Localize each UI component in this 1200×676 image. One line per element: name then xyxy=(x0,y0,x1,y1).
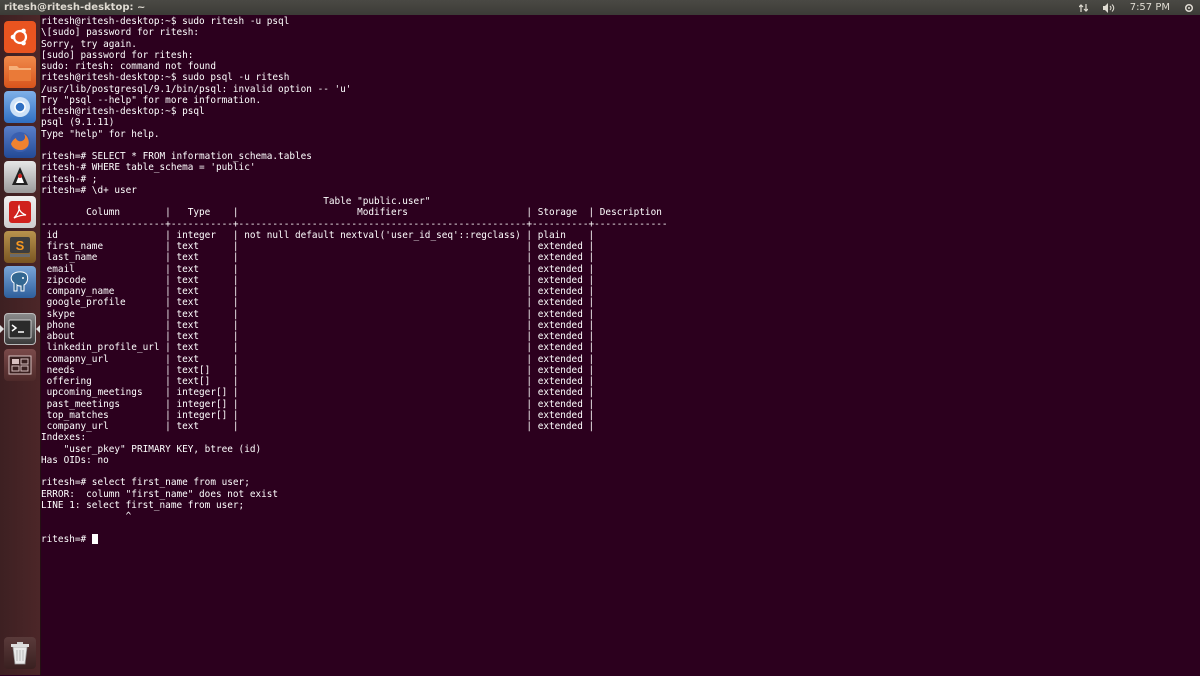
network-arrows-icon[interactable] xyxy=(1078,3,1088,13)
launcher-files[interactable] xyxy=(4,56,36,88)
shell-prompt: ritesh=# xyxy=(41,533,92,545)
terminal-line: ritesh-# ; xyxy=(41,173,98,185)
terminal-line: [sudo] password for ritesh: xyxy=(41,49,194,61)
terminal-line: linkedin_profile_url | text | | extended… xyxy=(41,342,595,354)
launcher-chromium[interactable] xyxy=(4,91,36,123)
terminal-line: company_url | text | | extended | xyxy=(41,421,595,432)
terminal-line: id | integer | not null default nextval(… xyxy=(41,229,595,241)
terminal-line: ritesh@ritesh-desktop:~$ sudo psql -u ri… xyxy=(41,72,290,84)
text-cursor xyxy=(91,533,98,544)
firefox-icon xyxy=(8,130,32,154)
launcher-java-app[interactable] xyxy=(4,161,36,193)
terminal-line: sudo: ritesh: command not found xyxy=(41,61,216,72)
terminal-line: ritesh=# SELECT * FROM information_schem… xyxy=(41,151,312,162)
terminal-line: Type "help" for help. xyxy=(41,128,160,140)
terminal-line: LINE 1: select first_name from user; xyxy=(41,499,245,511)
terminal-line: ritesh@ritesh-desktop:~$ psql xyxy=(41,106,205,117)
terminal-line: first_name | text | | extended | xyxy=(41,241,595,252)
terminal-line: past_meetings | integer[] | | extended | xyxy=(41,398,595,410)
prompt-line[interactable]: ritesh=# xyxy=(41,533,1200,545)
launcher-pdf-reader[interactable] xyxy=(4,196,36,228)
indicator-area: 7:57 PM xyxy=(1078,0,1194,15)
terminal-line: Sorry, try again. xyxy=(41,38,137,50)
launcher-dash-home[interactable] xyxy=(4,21,36,53)
terminal-output[interactable]: ritesh@ritesh-desktop:~$ sudo ritesh -u … xyxy=(41,15,1200,676)
trash-icon xyxy=(9,641,31,665)
terminal-icon xyxy=(8,319,32,339)
terminal-line: email | text | | extended | xyxy=(41,263,595,275)
sublime-icon: S xyxy=(8,235,32,259)
terminal-line: psql (9.1.11) xyxy=(41,117,115,129)
terminal-line: zipcode | text | | extended | xyxy=(41,274,595,286)
focus-indicator xyxy=(36,325,40,333)
active-indicator xyxy=(0,325,4,333)
folder-icon xyxy=(8,62,32,82)
terminal-line: ritesh-# WHERE table_schema = 'public' xyxy=(41,162,256,174)
terminal-line: company_name | text | | extended | xyxy=(41,286,595,297)
window-title: ritesh@ritesh-desktop: ~ xyxy=(4,2,146,13)
clock[interactable]: 7:57 PM xyxy=(1130,0,1170,15)
launcher-sublime-text[interactable]: S xyxy=(4,231,36,263)
launcher-firefox[interactable] xyxy=(4,126,36,158)
speaker-icon[interactable] xyxy=(1102,2,1116,13)
launcher-workspaces[interactable] xyxy=(4,349,36,381)
terminal-line: ^ xyxy=(41,511,132,522)
terminal-line: upcoming_meetings | integer[] | | extend… xyxy=(41,387,595,399)
terminal-line: Indexes: xyxy=(41,432,87,444)
terminal-line: ----------------------+-----------+-----… xyxy=(41,218,668,230)
terminal-line: google_profile | text | | extended | xyxy=(41,297,595,309)
terminal-line: skype | text | | extended | xyxy=(41,308,595,320)
terminal-line: ERROR: column "first_name" does not exis… xyxy=(41,488,279,500)
terminal-line: Has OIDs: no xyxy=(41,454,109,466)
chromium-icon xyxy=(8,95,32,119)
terminal-line: Try "psql --help" for more information. xyxy=(41,94,262,106)
pdf-icon xyxy=(8,200,32,224)
ubuntu-logo-icon xyxy=(9,26,31,48)
terminal-line: phone | text | | extended | xyxy=(41,319,595,331)
terminal-line: Column | Type | Modifiers | Storage | De… xyxy=(41,207,662,219)
launcher-terminal[interactable] xyxy=(4,313,36,345)
duke-icon xyxy=(8,165,32,189)
terminal-line: needs | text[] | | extended | xyxy=(41,364,595,376)
terminal-line: "user_pkey" PRIMARY KEY, btree (id) xyxy=(41,443,262,455)
terminal-line: ritesh=# select first_name from user; xyxy=(41,477,250,489)
top-panel: ritesh@ritesh-desktop: ~ 7:57 PM xyxy=(0,0,1200,15)
terminal-line: /usr/lib/postgresql/9.1/bin/psql: invali… xyxy=(41,83,352,95)
terminal-line: offering | text[] | | extended | xyxy=(41,376,595,387)
launcher: S xyxy=(0,15,41,675)
launcher-trash[interactable] xyxy=(4,637,36,669)
terminal-line: about | text | | extended | xyxy=(41,331,595,342)
terminal-line: last_name | text | | extended | xyxy=(41,252,595,264)
terminal-line: comapny_url | text | | extended | xyxy=(41,353,595,365)
power-gear-icon[interactable] xyxy=(1184,3,1194,13)
elephant-icon xyxy=(8,270,32,294)
terminal-line: ritesh=# \d+ user xyxy=(41,184,137,196)
launcher-pgadmin[interactable] xyxy=(4,266,36,298)
terminal-line: top_matches | integer[] | | extended | xyxy=(41,409,595,421)
terminal-line: \[sudo] password for ritesh: xyxy=(41,27,200,39)
workspace-switcher-icon xyxy=(8,354,32,376)
svg-text:S: S xyxy=(16,238,25,253)
terminal-line: Table "public.user" xyxy=(41,196,431,207)
terminal-line: ritesh@ritesh-desktop:~$ sudo ritesh -u … xyxy=(41,16,290,27)
